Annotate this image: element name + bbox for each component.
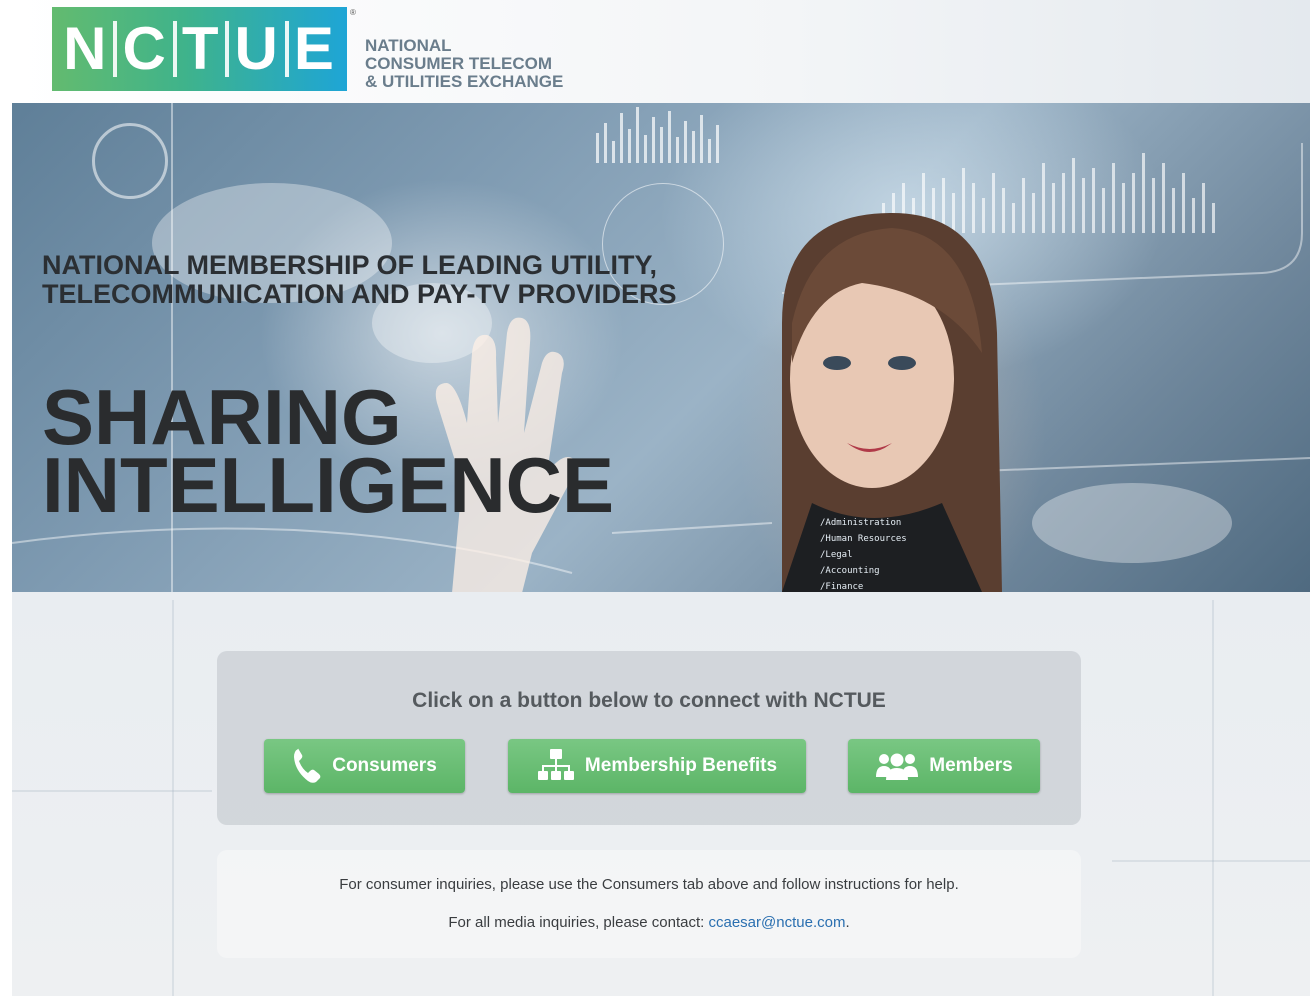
connect-panel: Click on a button below to connect with …: [217, 651, 1081, 825]
consumer-inquiries-text: For consumer inquiries, please use the C…: [339, 876, 959, 893]
logo-divider: [225, 21, 230, 77]
logo-letter: U: [234, 15, 280, 82]
hero-subtitle-line: TELECOMMUNICATION AND PAY-TV PROVIDERS: [42, 279, 677, 309]
registered-mark: ®: [350, 8, 356, 17]
logo-letter: C: [122, 15, 168, 82]
hero-title-line: INTELLIGENCE: [42, 441, 615, 529]
nctue-logo[interactable]: N C T U E: [52, 7, 347, 91]
membership-benefits-button-label: Membership Benefits: [584, 755, 778, 776]
overlay-text-line: /Accounting: [820, 566, 880, 576]
logo-tagline: NATIONAL CONSUMER TELECOM & UTILITIES EX…: [365, 37, 563, 91]
consumers-button-label: Consumers: [332, 755, 437, 776]
logo-divider: [113, 21, 118, 77]
tagline-line: CONSUMER TELECOM: [365, 54, 552, 73]
info-panel: For consumer inquiries, please use the C…: [217, 850, 1081, 958]
logo-letter: N: [63, 15, 109, 82]
hero-subtitle-line: NATIONAL MEMBERSHIP OF LEADING UTILITY,: [42, 250, 658, 280]
consumers-button[interactable]: Consumers: [264, 739, 465, 793]
org-chart-icon: [537, 749, 574, 780]
tagline-line: NATIONAL: [365, 36, 452, 55]
tagline-line: & UTILITIES EXCHANGE: [365, 72, 564, 91]
members-button[interactable]: Members: [848, 739, 1040, 793]
logo-divider: [284, 21, 289, 77]
overlay-text-line: /Finance: [820, 582, 864, 592]
members-button-label: Members: [929, 755, 1013, 776]
hero-banner: /Administration /Human Resources /Legal …: [12, 103, 1310, 592]
logo-letter: E: [293, 15, 336, 82]
overlay-text-line: /Human Resources: [820, 534, 907, 544]
overlay-text-line: /Administration: [820, 518, 902, 528]
people-group-icon: [876, 753, 919, 780]
membership-benefits-button[interactable]: Membership Benefits: [508, 739, 806, 793]
hero-title: SHARING INTELLIGENCE: [42, 378, 615, 529]
connect-prompt: Click on a button below to connect with …: [412, 689, 886, 712]
media-inquiries-text: For all media inquiries, please contact:…: [217, 914, 1081, 931]
logo-wordmark: N C T U E: [63, 19, 336, 79]
phone-icon: [294, 748, 321, 783]
department-list-overlay: /Administration /Human Resources /Legal …: [820, 515, 907, 592]
hero-subtitle: NATIONAL MEMBERSHIP OF LEADING UTILITY, …: [42, 251, 677, 309]
media-inquiries-prefix: For all media inquiries, please contact:: [448, 914, 709, 931]
logo-letter: T: [181, 15, 221, 82]
media-email-link[interactable]: ccaesar@nctue.com: [709, 914, 846, 931]
overlay-text-line: /Legal: [820, 550, 853, 560]
media-inquiries-suffix: .: [845, 914, 850, 931]
logo-divider: [172, 21, 177, 77]
site-header: N C T U E ® NATIONAL CONSUMER TELECOM & …: [12, 0, 1310, 103]
